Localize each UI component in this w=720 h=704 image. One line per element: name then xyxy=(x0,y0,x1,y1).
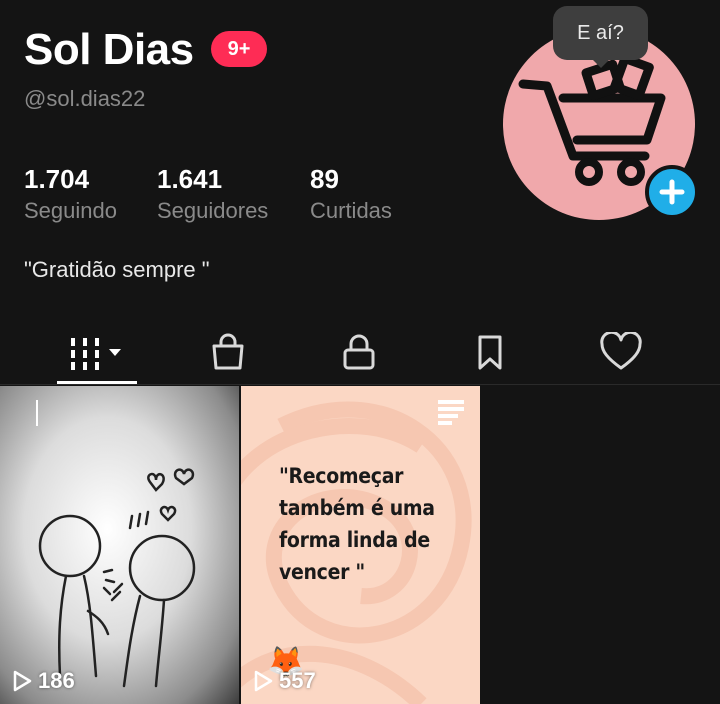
stat-following[interactable]: 1.704 Seguindo xyxy=(24,164,117,224)
add-photo-button[interactable] xyxy=(645,165,699,219)
stat-likes-value: 89 xyxy=(310,164,339,194)
view-count-value: 186 xyxy=(38,668,75,693)
stat-likes[interactable]: 89 Curtidas xyxy=(310,164,392,224)
heart-icon xyxy=(600,332,642,370)
tab-liked[interactable] xyxy=(551,320,691,384)
profile-name: Sol Dias xyxy=(24,25,194,74)
shopping-bag-icon xyxy=(212,333,244,370)
tab-videos[interactable] xyxy=(27,320,167,384)
stat-likes-label: Curtidas xyxy=(310,198,392,223)
profile-bio: "Gratidão sempre " xyxy=(24,257,210,282)
tab-private[interactable] xyxy=(289,320,429,384)
stick-figures-illustration xyxy=(38,468,196,688)
view-count: 186 xyxy=(12,668,75,694)
stat-following-value: 1.704 xyxy=(24,164,90,194)
stat-followers-label: Seguidores xyxy=(157,198,269,223)
tab-indicator xyxy=(57,381,137,384)
view-count: 557 xyxy=(253,668,316,694)
profile-tabs xyxy=(0,320,720,385)
stat-following-label: Seguindo xyxy=(24,198,117,223)
notification-badge[interactable]: 9+ xyxy=(211,31,267,67)
stat-followers-value: 1.641 xyxy=(157,164,223,194)
tab-shop[interactable] xyxy=(158,320,298,384)
video-thumbnail-1[interactable]: 186 xyxy=(0,386,239,704)
play-icon xyxy=(13,670,32,692)
video-caption: "Recomeçar também é uma forma linda de v… xyxy=(279,464,435,584)
profile-handle: @sol.dias22 xyxy=(24,86,146,111)
plus-icon xyxy=(659,179,685,205)
tooltip-bubble[interactable]: E aí? xyxy=(553,6,648,68)
tab-saved[interactable] xyxy=(420,320,560,384)
menu-lines-icon xyxy=(438,400,464,425)
play-icon xyxy=(254,670,273,692)
lock-icon xyxy=(343,334,375,370)
view-count-value: 557 xyxy=(279,668,316,693)
video-grid: 186 "Recomeçar também é uma forma linda … xyxy=(0,386,720,704)
grid-icon xyxy=(71,338,121,370)
bookmark-icon xyxy=(478,335,502,370)
video-thumbnail-2[interactable]: "Recomeçar também é uma forma linda de v… xyxy=(241,386,480,704)
chevron-down-icon xyxy=(109,349,121,356)
stat-followers[interactable]: 1.641 Seguidores xyxy=(157,164,268,224)
